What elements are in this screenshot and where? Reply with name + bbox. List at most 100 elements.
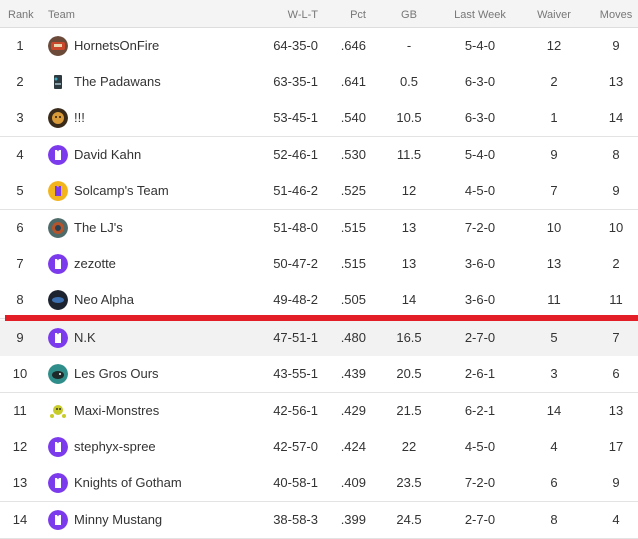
jersey-avatar-icon[interactable] <box>48 328 68 348</box>
jersey-avatar-icon[interactable] <box>48 437 68 457</box>
wlt-cell: 53-45-1 <box>273 110 318 125</box>
team-name-link[interactable]: Minny Mustang <box>74 513 162 527</box>
jersey-yellow-avatar-icon[interactable] <box>48 181 68 201</box>
gb-cell: 14 <box>401 292 417 307</box>
team-name-link[interactable]: Solcamp's Team <box>74 184 169 198</box>
hornet-avatar-icon[interactable] <box>48 36 68 56</box>
jersey-avatar-icon[interactable] <box>48 473 68 493</box>
team-name-link[interactable]: The LJ's <box>74 221 123 235</box>
header-wlt[interactable]: W-L-T <box>262 8 318 22</box>
pct-cell: .525 <box>340 183 366 198</box>
jersey-avatar-icon[interactable] <box>48 145 68 165</box>
header-waiver[interactable]: Waiver <box>530 8 578 22</box>
pct-cell: .409 <box>340 475 366 490</box>
last-week-cell: 7-2-0 <box>464 220 496 235</box>
wlt-cell: 40-58-1 <box>273 475 318 490</box>
team-name-link[interactable]: Neo Alpha <box>74 293 134 307</box>
waiver-cell: 5 <box>550 330 558 345</box>
last-week-cell: 6-2-1 <box>464 403 496 418</box>
rank-cell: 4 <box>16 147 24 162</box>
team-name-link[interactable]: Knights of Gotham <box>74 476 182 490</box>
team-name-link[interactable]: Les Gros Ours <box>74 367 159 381</box>
team-name-link[interactable]: N.K <box>74 331 96 345</box>
last-week-cell: 4-5-0 <box>464 439 496 454</box>
waiver-cell: 7 <box>550 183 558 198</box>
standings-table: Rank Team W-L-T Pct GB Last Week Waiver … <box>0 0 638 539</box>
waiver-cell: 6 <box>550 475 558 490</box>
pct-cell: .515 <box>340 220 366 235</box>
rank-cell: 7 <box>16 256 24 271</box>
bear-avatar-icon[interactable] <box>48 364 68 384</box>
moves-cell: 9 <box>612 183 620 198</box>
table-row: 6 The LJ's 51-48-0 .515 13 7-2-0 10 10 <box>0 210 638 247</box>
rank-cell: 12 <box>12 439 28 454</box>
header-gb[interactable]: GB <box>390 8 428 22</box>
waiver-cell: 10 <box>546 220 562 235</box>
table-row: 3!!! 53-45-1 .540 10.5 6-3-0 1 14 <box>0 100 638 137</box>
last-week-cell: 2-6-1 <box>464 366 496 381</box>
team-name-link[interactable]: HornetsOnFire <box>74 39 159 53</box>
table-row: 8 Neo Alpha 49-48-2 .505 14 3-6-0 11 11 <box>0 282 638 319</box>
last-week-cell: 3-6-0 <box>464 292 496 307</box>
table-row: 11 Maxi-Monstres 42-56-1 .429 21.5 6-2-1 14 13 <box>0 393 638 430</box>
header-rank[interactable]: Rank <box>8 8 34 22</box>
wlt-cell: 38-58-3 <box>273 512 318 527</box>
rank-cell: 9 <box>16 330 24 345</box>
jersey-avatar-icon[interactable] <box>48 510 68 530</box>
header-last-week[interactable]: Last Week <box>448 8 512 22</box>
pct-cell: .505 <box>340 292 366 307</box>
pct-cell: .540 <box>340 110 366 125</box>
wlt-cell: 42-56-1 <box>273 403 318 418</box>
wlt-cell: 42-57-0 <box>273 439 318 454</box>
playoff-cutoff-line <box>5 315 638 321</box>
moves-cell: 4 <box>612 512 620 527</box>
last-week-cell: 5-4-0 <box>464 147 496 162</box>
gb-cell: 12 <box>401 183 417 198</box>
table-row: 14 Minny Mustang 38-58-3 .399 24.5 2-7-0 8 4 <box>0 502 638 539</box>
last-week-cell: 2-7-0 <box>464 512 496 527</box>
wlt-cell: 49-48-2 <box>273 292 318 307</box>
header-moves[interactable]: Moves <box>592 8 638 22</box>
wlt-cell: 50-47-2 <box>273 256 318 271</box>
dark-logo-avatar-icon[interactable] <box>48 290 68 310</box>
pct-cell: .646 <box>340 38 366 53</box>
gb-cell: 23.5 <box>396 475 422 490</box>
rank-cell: 1 <box>16 38 24 53</box>
rank-cell: 2 <box>16 74 24 89</box>
jersey-avatar-icon[interactable] <box>48 254 68 274</box>
wlt-cell: 47-51-1 <box>273 330 318 345</box>
moves-cell: 10 <box>608 220 624 235</box>
gb-cell: 24.5 <box>396 512 422 527</box>
table-row: 7 zezotte 50-47-2 .515 13 3-6-0 13 2 <box>0 246 638 283</box>
moves-cell: 14 <box>608 110 624 125</box>
waiver-cell: 9 <box>550 147 558 162</box>
monster-avatar-icon[interactable] <box>48 401 68 421</box>
rank-cell: 11 <box>13 403 27 418</box>
moves-cell: 17 <box>608 439 624 454</box>
robot-avatar-icon[interactable] <box>48 72 68 92</box>
moves-cell: 6 <box>612 366 620 381</box>
waiver-cell: 11 <box>547 292 561 307</box>
last-week-cell: 3-6-0 <box>464 256 496 271</box>
team-name-link[interactable]: Maxi-Monstres <box>74 404 159 418</box>
team-name-link[interactable]: David Kahn <box>74 148 141 162</box>
face-avatar-icon[interactable] <box>48 108 68 128</box>
moves-cell: 8 <box>612 147 620 162</box>
header-pct[interactable]: Pct <box>330 8 366 22</box>
table-row: 10 Les Gros Ours 43-55-1 .439 20.5 2-6-1 3 6 <box>0 356 638 393</box>
waiver-cell: 12 <box>546 38 562 53</box>
team-name-link[interactable]: zezotte <box>74 257 116 271</box>
team-name-link[interactable]: The Padawans <box>74 75 161 89</box>
last-week-cell: 2-7-0 <box>464 330 496 345</box>
pct-cell: .424 <box>340 439 366 454</box>
pct-cell: .515 <box>340 256 366 271</box>
moves-cell: 13 <box>608 403 624 418</box>
rank-cell: 10 <box>12 366 28 381</box>
team-name-link[interactable]: !!! <box>74 111 85 125</box>
wlt-cell: 52-46-1 <box>273 147 318 162</box>
pct-cell: .429 <box>340 403 366 418</box>
team-name-link[interactable]: stephyx-spree <box>74 440 156 454</box>
wlt-cell: 64-35-0 <box>273 38 318 53</box>
logo-avatar-icon[interactable] <box>48 218 68 238</box>
header-team[interactable]: Team <box>48 8 75 22</box>
